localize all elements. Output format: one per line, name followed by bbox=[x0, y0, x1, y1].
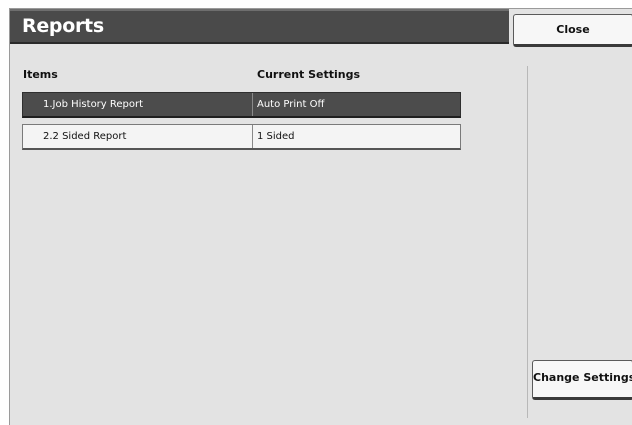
list-item-2-sided-report[interactable]: 2.2 Sided Report 1 Sided bbox=[22, 124, 461, 150]
reports-screen: Reports Close Items Current Settings 1.J… bbox=[0, 0, 632, 425]
vertical-divider bbox=[527, 66, 528, 418]
list-item-value: 1 Sided bbox=[252, 125, 460, 148]
column-header-items: Items bbox=[23, 68, 58, 81]
column-header-current-settings: Current Settings bbox=[257, 68, 361, 81]
page-title: Reports bbox=[22, 15, 104, 37]
list-item-job-history-report[interactable]: 1.Job History Report Auto Print Off bbox=[22, 92, 461, 118]
list-item-label: 2.2 Sided Report bbox=[43, 131, 127, 142]
list-item-label: 1.Job History Report bbox=[43, 99, 144, 110]
change-settings-button[interactable]: Change Settings bbox=[532, 360, 632, 400]
title-bar: Reports bbox=[10, 9, 509, 44]
close-button[interactable]: Close bbox=[513, 14, 632, 47]
list-item-value: Auto Print Off bbox=[252, 93, 460, 116]
